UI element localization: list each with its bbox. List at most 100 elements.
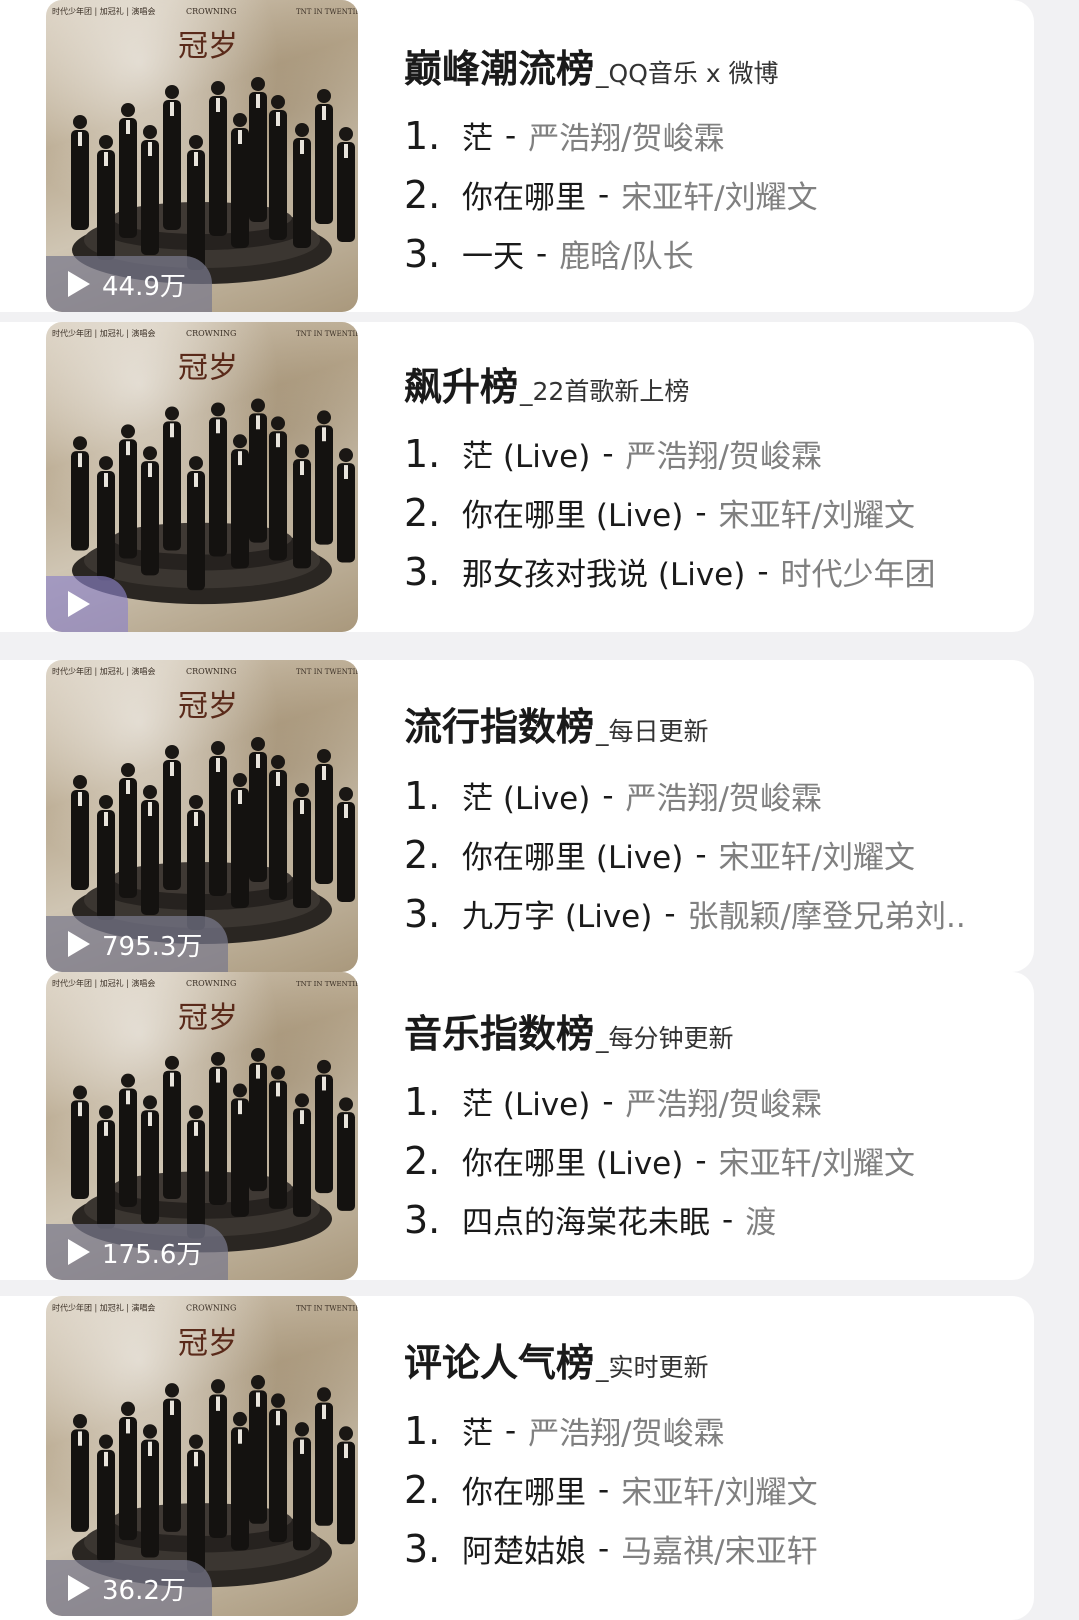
- cover-header-left: 时代少年团 | 加冠礼 | 演唱会: [52, 6, 156, 16]
- song-artist: 严浩翔/贺峻霖: [625, 439, 822, 475]
- cover-header-left: 时代少年团 | 加冠礼 | 演唱会: [52, 978, 155, 988]
- play-count: 175.6万: [102, 1239, 203, 1270]
- song-rank: 3.: [404, 549, 441, 594]
- song-rank: 1.: [404, 773, 441, 818]
- chart-cover-image[interactable]: 时代少年团 | 加冠礼 | 演唱会 CROWNING TNT IN TWENTIES…: [46, 660, 358, 972]
- song-row[interactable]: 2. 你在哪里 (Live) - 宋亚轩/刘耀文: [404, 825, 966, 884]
- song-row[interactable]: 3. 阿楚姑娘 - 马嘉祺/宋亚轩: [404, 1519, 818, 1578]
- song-rank: 2.: [404, 172, 441, 217]
- song-artist: 宋亚轩/刘耀文: [718, 840, 915, 876]
- chart-title[interactable]: 飙升榜 _22首歌新上榜: [404, 356, 689, 411]
- play-count: 44.9万: [102, 271, 186, 302]
- song-artist: 马嘉祺/宋亚轩: [621, 1534, 818, 1570]
- song-list: 1. 茫 (Live) - 严浩翔/贺峻霖 2. 你在哪里 (Live) - 宋亚轩/刘耀文 3…: [404, 766, 966, 943]
- song-separator: -: [505, 1412, 517, 1449]
- song-title: 九万字 (Live): [462, 899, 653, 935]
- song-rank: 1.: [404, 1408, 441, 1453]
- cover-art-title: 冠岁: [178, 29, 238, 64]
- play-icon: [68, 1575, 90, 1601]
- cover-art-title: 冠岁: [178, 1000, 238, 1035]
- song-separator: -: [602, 1083, 614, 1120]
- song-row[interactable]: 2. 你在哪里 - 宋亚轩/刘耀文: [404, 165, 818, 224]
- chart-subtitle: _实时更新: [596, 1353, 709, 1382]
- chart-subtitle: _22首歌新上榜: [520, 377, 690, 406]
- song-rank: 2.: [404, 832, 441, 877]
- song-rank: 1.: [404, 431, 441, 476]
- song-separator: -: [695, 494, 707, 531]
- song-rank: 1.: [404, 1079, 441, 1124]
- song-title: 茫 (Live): [462, 1087, 591, 1123]
- song-row[interactable]: 1. 茫 (Live) - 严浩翔/贺峻霖: [404, 1072, 915, 1131]
- song-separator: -: [722, 1201, 734, 1238]
- cover-header-left: 时代少年团 | 加冠礼 | 演唱会: [52, 328, 156, 338]
- chart-name: 巅峰潮流榜: [404, 47, 595, 91]
- chart-subtitle: _每日更新: [596, 717, 709, 746]
- song-artist: 严浩翔/贺峻霖: [528, 1416, 725, 1452]
- song-separator: -: [602, 435, 614, 472]
- chart-cover-image[interactable]: 时代少年团 | 加冠礼 | 演唱会 CROWNING TNT IN TWENTIES…: [46, 322, 358, 632]
- song-rank: 3.: [404, 1197, 441, 1242]
- song-separator: -: [598, 1530, 610, 1567]
- song-row[interactable]: 1. 茫 - 严浩翔/贺峻霖: [404, 1401, 818, 1460]
- song-row[interactable]: 3. 一天 - 鹿晗/队长: [404, 224, 818, 283]
- cover-art-title: 冠岁: [178, 1326, 238, 1361]
- play-icon: [68, 1239, 90, 1265]
- song-artist: 宋亚轩/刘耀文: [718, 498, 915, 534]
- play-count-button[interactable]: 36.2万: [46, 1560, 212, 1616]
- song-artist: 宋亚轩/刘耀文: [718, 1146, 915, 1182]
- song-separator: -: [598, 1471, 610, 1508]
- chart-name: 流行指数榜: [404, 705, 595, 749]
- chart-cover-image[interactable]: 时代少年团 | 加冠礼 | 演唱会 CROWNING TNT IN TWENTIES…: [46, 1296, 358, 1616]
- song-list: 1. 茫 (Live) - 严浩翔/贺峻霖 2. 你在哪里 (Live) - 宋亚轩/刘耀文 3…: [404, 1072, 915, 1249]
- cover-header-right: TNT IN TWENTIES: [296, 330, 358, 338]
- cover-header-right: TNT IN TWENTIES: [296, 8, 358, 16]
- song-row[interactable]: 1. 茫 (Live) - 严浩翔/贺峻霖: [404, 424, 936, 483]
- song-separator: -: [536, 235, 548, 272]
- song-title: 一天: [462, 239, 524, 275]
- chart-name: 评论人气榜: [404, 1341, 595, 1385]
- song-row[interactable]: 2. 你在哪里 - 宋亚轩/刘耀文: [404, 1460, 818, 1519]
- song-title: 茫: [462, 121, 493, 157]
- play-count-button[interactable]: [46, 576, 128, 632]
- chart-title[interactable]: 音乐指数榜 _每分钟更新: [404, 1003, 734, 1058]
- song-artist: 严浩翔/贺峻霖: [625, 1087, 822, 1123]
- song-rank: 3.: [404, 231, 441, 276]
- song-title: 阿楚姑娘: [462, 1534, 586, 1570]
- song-artist: 渡: [745, 1205, 777, 1241]
- chart-title[interactable]: 流行指数榜 _每日更新: [404, 696, 709, 751]
- cover-header-right: TNT IN TWENTIES: [296, 980, 358, 988]
- play-count-button[interactable]: 795.3万: [46, 916, 229, 972]
- play-count-button[interactable]: 175.6万: [46, 1224, 229, 1280]
- chart-name: 音乐指数榜: [404, 1012, 595, 1056]
- song-separator: -: [757, 553, 769, 590]
- song-row[interactable]: 3. 四点的海棠花未眠 - 渡: [404, 1190, 915, 1249]
- song-title: 你在哪里: [462, 1475, 586, 1511]
- song-title: 你在哪里: [462, 180, 586, 216]
- song-row[interactable]: 3. 九万字 (Live) - 张靓颖/摩登兄弟刘..: [404, 884, 966, 943]
- song-separator: -: [695, 836, 707, 873]
- cover-header-right: TNT IN TWENTIES: [296, 668, 358, 676]
- play-icon: [68, 591, 90, 617]
- song-row[interactable]: 3. 那女孩对我说 (Live) - 时代少年团: [404, 542, 936, 601]
- play-count-button[interactable]: 44.9万: [46, 256, 212, 312]
- chart-cover-image[interactable]: 时代少年团 | 加冠礼 | 演唱会 CROWNING TNT IN TWENTIES…: [46, 972, 358, 1280]
- chart-cover-image[interactable]: 时代少年团 | 加冠礼 | 演唱会 CROWNING TNT IN TWENTIES…: [46, 0, 358, 312]
- chart-title[interactable]: 评论人气榜 _实时更新: [404, 1332, 709, 1387]
- cover-header-mid: CROWNING: [186, 1302, 236, 1312]
- song-row[interactable]: 2. 你在哪里 (Live) - 宋亚轩/刘耀文: [404, 1131, 915, 1190]
- song-artist: 鹿晗/队长: [559, 239, 694, 275]
- song-row[interactable]: 1. 茫 (Live) - 严浩翔/贺峻霖: [404, 766, 966, 825]
- cover-art-title: 冠岁: [178, 689, 238, 724]
- play-icon: [68, 931, 90, 957]
- song-row[interactable]: 2. 你在哪里 (Live) - 宋亚轩/刘耀文: [404, 483, 936, 542]
- cover-header-mid: CROWNING: [186, 979, 236, 988]
- song-title: 那女孩对我说 (Live): [462, 557, 746, 593]
- song-title: 你在哪里 (Live): [462, 1146, 684, 1182]
- chart-title[interactable]: 巅峰潮流榜 _QQ音乐 x 微博: [404, 38, 779, 93]
- song-rank: 2.: [404, 490, 441, 535]
- song-artist: 宋亚轩/刘耀文: [621, 1475, 818, 1511]
- song-row[interactable]: 1. 茫 - 严浩翔/贺峻霖: [404, 106, 818, 165]
- song-rank: 2.: [404, 1138, 441, 1183]
- chart-subtitle: _QQ音乐 x 微博: [596, 59, 779, 88]
- song-title: 茫 (Live): [462, 439, 591, 475]
